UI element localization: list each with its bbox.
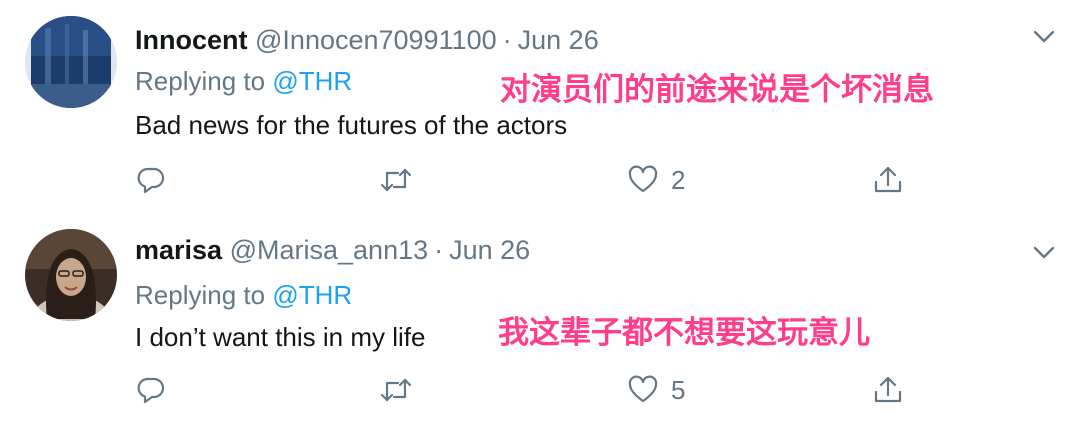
- share-icon: [874, 376, 902, 403]
- tweet-actions: 5: [0, 370, 1080, 410]
- avatar[interactable]: [25, 229, 117, 321]
- chevron-down-icon[interactable]: [1030, 238, 1058, 266]
- share-button[interactable]: [872, 370, 904, 410]
- reply-icon: [137, 377, 165, 404]
- tweet-date[interactable]: Jun 26: [518, 25, 599, 55]
- share-icon: [874, 166, 902, 193]
- replying-to-link[interactable]: @THR: [272, 280, 352, 310]
- replying-prefix: Replying to: [135, 66, 273, 96]
- retweet-button[interactable]: [380, 160, 412, 200]
- replying-to: Replying to @THR: [135, 278, 352, 312]
- tweet-text: Bad news for the futures of the actors: [135, 110, 568, 140]
- tweet[interactable]: marisa @Marisa_ann13 · Jun 26 Replying to …: [0, 212, 1080, 422]
- replying-to-link[interactable]: @THR: [272, 66, 352, 96]
- separator: ·: [434, 235, 444, 265]
- translation-annotation: 对演员们的前途来说是个坏消息: [500, 72, 934, 107]
- like-button[interactable]: 5: [627, 370, 685, 410]
- tweet[interactable]: Innocent @Innocen70991100 · Jun 26 Replyin…: [0, 0, 1080, 212]
- user-handle[interactable]: @Innocen70991100: [255, 25, 497, 55]
- heart-icon: [628, 165, 658, 193]
- replying-to: Replying to @THR: [135, 64, 352, 98]
- translation-annotation: 我这辈子都不想要这玩意儿: [498, 315, 870, 350]
- heart-icon: [628, 375, 658, 403]
- like-count: 2: [671, 164, 686, 195]
- reply-icon: [137, 167, 165, 194]
- avatar[interactable]: [25, 16, 117, 108]
- separator: ·: [502, 25, 512, 55]
- tweet-text: I don’t want this in my life: [135, 322, 426, 352]
- retweet-icon: [380, 168, 412, 192]
- tweet-header: Innocent @Innocen70991100 · Jun 26: [135, 22, 599, 58]
- reply-button[interactable]: [135, 160, 167, 200]
- share-button[interactable]: [872, 160, 904, 200]
- user-handle[interactable]: @Marisa_ann13: [230, 235, 429, 265]
- tweet-date[interactable]: Jun 26: [449, 235, 530, 265]
- chevron-down-icon[interactable]: [1030, 22, 1058, 50]
- tweet-actions: 2: [0, 160, 1080, 200]
- display-name[interactable]: marisa: [135, 235, 222, 265]
- retweet-icon: [380, 378, 412, 402]
- like-count: 5: [671, 374, 686, 405]
- retweet-button[interactable]: [380, 370, 412, 410]
- like-button[interactable]: 2: [627, 160, 685, 200]
- replying-prefix: Replying to: [135, 280, 273, 310]
- tweet-header: marisa @Marisa_ann13 · Jun 26: [135, 232, 530, 268]
- reply-button[interactable]: [135, 370, 167, 410]
- display-name[interactable]: Innocent: [135, 25, 248, 55]
